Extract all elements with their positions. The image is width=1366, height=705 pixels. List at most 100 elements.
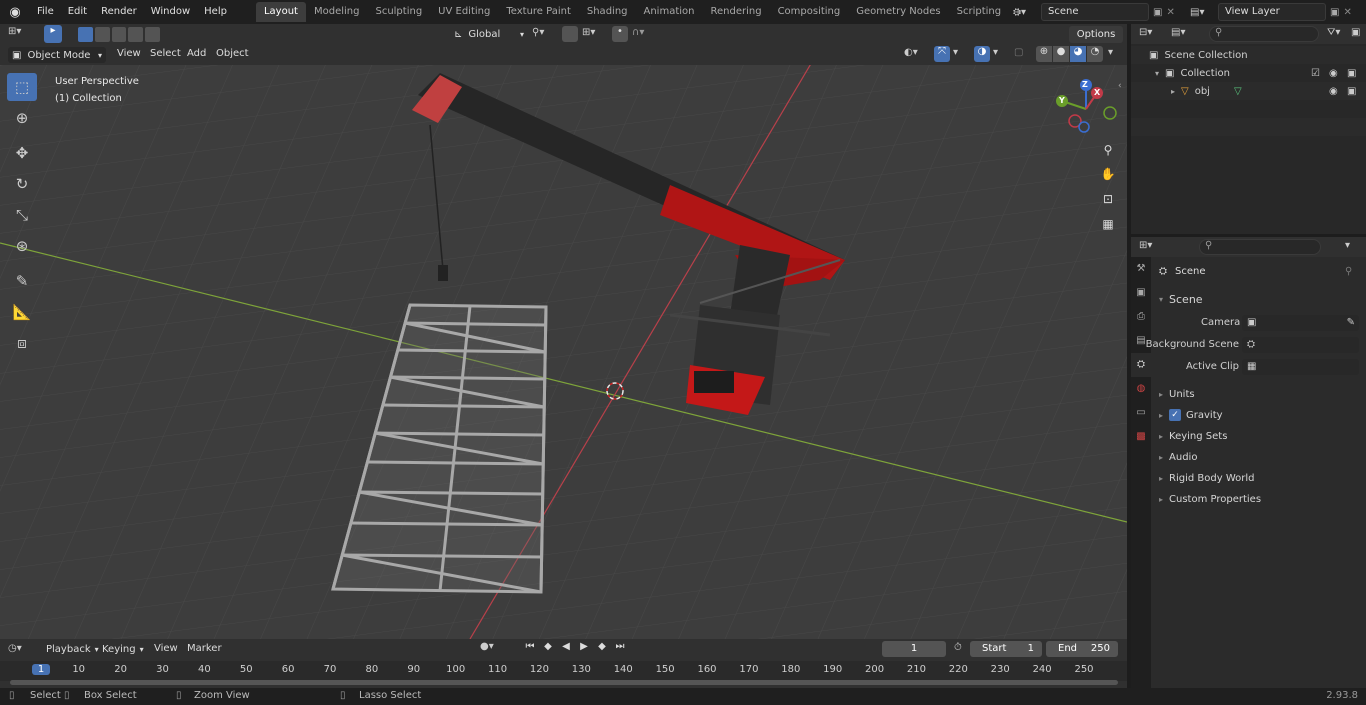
play-reverse-icon[interactable]: ◀ (558, 641, 574, 652)
render-tab-icon[interactable]: ▣ (1131, 281, 1151, 305)
menu-help[interactable]: Help (197, 0, 234, 24)
shading-modes[interactable]: ⊕ ● ◕ ◔ (1036, 46, 1103, 62)
tab-shading[interactable]: Shading (579, 2, 636, 22)
playback-dropdown[interactable]: Playback ▾ (40, 641, 99, 657)
rendered-shading-icon[interactable]: ◔ (1087, 46, 1103, 62)
object-menu[interactable]: Object (216, 48, 249, 59)
checkbox-icon[interactable]: ☑ (1311, 68, 1320, 79)
add-cube-tool-icon[interactable]: ⧈ (7, 329, 37, 357)
snap-icon[interactable] (562, 26, 578, 42)
tab-rendering[interactable]: Rendering (702, 2, 769, 22)
end-frame-field[interactable]: End 250 (1046, 641, 1118, 657)
proportional-edit-icon[interactable]: • (612, 26, 628, 42)
solid-shading-icon[interactable]: ● (1053, 46, 1069, 62)
visibility-icon[interactable]: ◐▾ (904, 47, 918, 58)
tool-tab-icon[interactable]: ⚒ (1131, 257, 1151, 281)
transform-orientation-dropdown[interactable]: ⊾ Global ▾ (454, 26, 524, 43)
scene-icon[interactable]: ⛭▾ (1013, 7, 1037, 18)
outliner-row-scene-collection[interactable]: ▣ Scene Collection (1131, 46, 1366, 64)
zoom-icon[interactable]: ⚲ (1098, 143, 1118, 163)
close-icon[interactable]: ✕ (1343, 7, 1351, 18)
camera-view-icon[interactable]: ⊡ (1098, 192, 1118, 212)
overlay-dropdown-icon[interactable]: ▾ (993, 47, 998, 58)
eyedropper-icon[interactable]: ✎ (1347, 315, 1355, 331)
collection-tab-icon[interactable]: ▭ (1131, 401, 1151, 425)
cursor-tool-icon[interactable]: ⊕ (7, 104, 37, 132)
menu-render[interactable]: Render (94, 0, 144, 24)
falloff-icon[interactable]: ∩▾ (632, 27, 644, 38)
eye-icon[interactable]: ◉ (1329, 86, 1338, 97)
outliner-row-collection[interactable]: ▾ ▣ Collection ☑ ◉ ▣ (1131, 64, 1366, 82)
scale-tool-icon[interactable]: ⤡ (7, 201, 37, 229)
transform-tool-icon[interactable]: ⊛ (7, 232, 37, 260)
options-button[interactable]: Options (1069, 26, 1123, 43)
wireframe-shading-icon[interactable]: ⊕ (1036, 46, 1052, 62)
pan-hand-icon[interactable]: ✋ (1098, 167, 1118, 187)
pin-icon[interactable]: ⚲ (1345, 266, 1352, 277)
record-button[interactable]: ●▾ (480, 641, 510, 657)
marker-menu[interactable]: Marker (187, 643, 222, 654)
sidebar-toggle-icon[interactable]: ‹ (1118, 81, 1122, 91)
tool-select-icon[interactable]: ▸ (44, 25, 62, 43)
properties-editor-icon[interactable]: ⊞▾ (1139, 240, 1152, 251)
expand-arrow-icon[interactable]: ▸ (1171, 87, 1175, 96)
active-clip-field[interactable]: ▦ (1242, 359, 1359, 375)
mode-dropdown[interactable]: ▣ Object Mode ▾ (8, 47, 106, 63)
outliner-search-input[interactable]: ⚲ (1209, 26, 1319, 42)
frame-ruler[interactable]: 1 10 20 30 40 50 60 70 80 90 100 110 120 130 140 150 160… (0, 661, 1127, 681)
timeline-scrollbar[interactable] (10, 680, 1118, 685)
select-modes[interactable] (78, 27, 160, 42)
tab-compositing[interactable]: Compositing (770, 2, 849, 22)
eye-icon[interactable]: ◉ (1329, 68, 1338, 79)
output-tab-icon[interactable]: ⎙ (1131, 305, 1151, 329)
perspective-grid-icon[interactable]: ▦ (1098, 217, 1118, 237)
background-scene-field[interactable]: ⛭ (1242, 337, 1359, 353)
tab-modeling[interactable]: Modeling (306, 2, 368, 22)
properties-search-input[interactable]: ⚲ (1199, 239, 1321, 255)
annotate-tool-icon[interactable]: ✎ (7, 267, 37, 295)
current-frame-field[interactable]: 1 (882, 641, 946, 657)
add-menu[interactable]: Add (187, 48, 206, 59)
close-icon[interactable]: ✕ (1166, 7, 1174, 18)
chevron-down-icon[interactable]: ▾ (1345, 240, 1350, 251)
jump-start-icon[interactable]: ⏮ (522, 641, 538, 652)
tab-animation[interactable]: Animation (636, 2, 703, 22)
tab-texture-paint[interactable]: Texture Paint (498, 2, 579, 22)
view-layer-field[interactable]: View Layer (1218, 3, 1326, 21)
menu-edit[interactable]: Edit (61, 0, 94, 24)
move-tool-icon[interactable]: ✥ (7, 139, 37, 167)
rotate-tool-icon[interactable]: ↻ (7, 170, 37, 198)
prev-keyframe-icon[interactable]: ◆ (540, 641, 556, 652)
select-menu[interactable]: Select (150, 48, 181, 59)
tab-geometry-nodes[interactable]: Geometry Nodes (848, 2, 948, 22)
outliner-editor-icon[interactable]: ⊟▾ (1139, 27, 1152, 38)
tab-scripting[interactable]: Scripting (949, 2, 1009, 22)
material-shading-icon[interactable]: ◕ (1070, 46, 1086, 62)
snap-target-icon[interactable]: ⊞▾ (582, 27, 595, 38)
menu-file[interactable]: File (30, 0, 61, 24)
outliner-row-obj[interactable]: ▸ ▽ obj ▽ ◉ ▣ (1131, 82, 1366, 100)
world-tab-icon[interactable]: ◍ (1131, 377, 1151, 401)
camera-icon[interactable]: ▣ (1347, 68, 1356, 79)
pivot-icon[interactable]: ⚲▾ (532, 27, 544, 38)
editor-type-button[interactable]: ⊞▾ (8, 26, 36, 43)
texture-tab-icon[interactable]: ▩ (1131, 425, 1151, 449)
new-collection-icon[interactable]: ▣ (1351, 27, 1360, 38)
gizmo-toggle-icon[interactable]: ⤧ (934, 46, 950, 62)
camera-field[interactable]: ▣ ✎ (1242, 315, 1359, 331)
view-menu[interactable]: View (117, 48, 141, 59)
panel-custom-properties[interactable]: ▸ Custom Properties (1159, 489, 1261, 509)
timeline-view-menu[interactable]: View (154, 643, 178, 654)
scene-tab-icon[interactable]: ⛭ (1131, 353, 1151, 377)
jump-end-icon[interactable]: ⏭ (612, 641, 628, 652)
measure-tool-icon[interactable]: 📐 (7, 298, 37, 326)
3d-viewport[interactable]: Z Y X User Perspective (1) Collection ⚲ … (0, 65, 1127, 639)
overlay-toggle-icon[interactable]: ◑ (974, 46, 990, 62)
gizmo-dropdown-icon[interactable]: ▾ (953, 47, 958, 58)
camera-icon[interactable]: ▣ (1347, 86, 1356, 97)
tab-uv-editing[interactable]: UV Editing (430, 2, 498, 22)
panel-keying-sets[interactable]: ▸ Keying Sets (1159, 426, 1227, 446)
panel-units[interactable]: ▸ Units (1159, 384, 1195, 404)
view-layer-icon[interactable]: ▤▾ (1190, 7, 1214, 18)
timeline-editor-icon[interactable]: ◷▾ (8, 643, 22, 654)
